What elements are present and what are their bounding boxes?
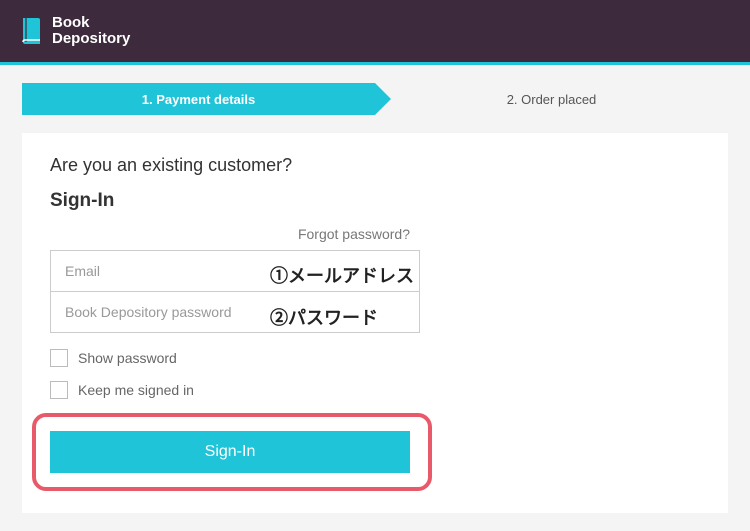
book-icon: [20, 16, 44, 46]
step-order-placed: 2. Order placed: [375, 83, 728, 115]
keep-signed-row[interactable]: Keep me signed in: [50, 381, 700, 399]
show-password-row[interactable]: Show password: [50, 349, 700, 367]
annotation-password: ②パスワード: [270, 304, 378, 330]
checkbox-group: Show password Keep me signed in: [50, 349, 700, 399]
signin-heading: Sign-In: [50, 190, 700, 212]
brand-name: Book Depository: [52, 15, 130, 48]
forgot-password-link[interactable]: Forgot password?: [50, 226, 420, 242]
annotation-email: ①メールアドレス: [270, 262, 414, 288]
signin-form: Forgot password? ①メールアドレス ②パスワード: [50, 226, 420, 333]
signin-button-area: Sign-In: [32, 413, 432, 491]
brand-line1: Book: [52, 15, 130, 32]
signin-card: Are you an existing customer? Sign-In Fo…: [22, 133, 728, 513]
checkout-page: 1. Payment details 2. Order placed Are y…: [0, 65, 750, 531]
site-header: Book Depository: [0, 0, 750, 65]
keep-signed-label: Keep me signed in: [78, 382, 194, 398]
show-password-label: Show password: [78, 350, 177, 366]
signin-button[interactable]: Sign-In: [50, 431, 410, 473]
step2-label: 2. Order placed: [507, 92, 597, 107]
show-password-checkbox[interactable]: [50, 349, 68, 367]
keep-signed-checkbox[interactable]: [50, 381, 68, 399]
signin-button-label: Sign-In: [205, 443, 256, 460]
progress-steps: 1. Payment details 2. Order placed: [22, 83, 728, 115]
brand-line2: Depository: [52, 31, 130, 48]
step1-label: 1. Payment details: [142, 92, 255, 107]
step-payment-details[interactable]: 1. Payment details: [22, 83, 375, 115]
brand-logo[interactable]: Book Depository: [20, 15, 130, 48]
existing-customer-question: Are you an existing customer?: [50, 155, 700, 176]
